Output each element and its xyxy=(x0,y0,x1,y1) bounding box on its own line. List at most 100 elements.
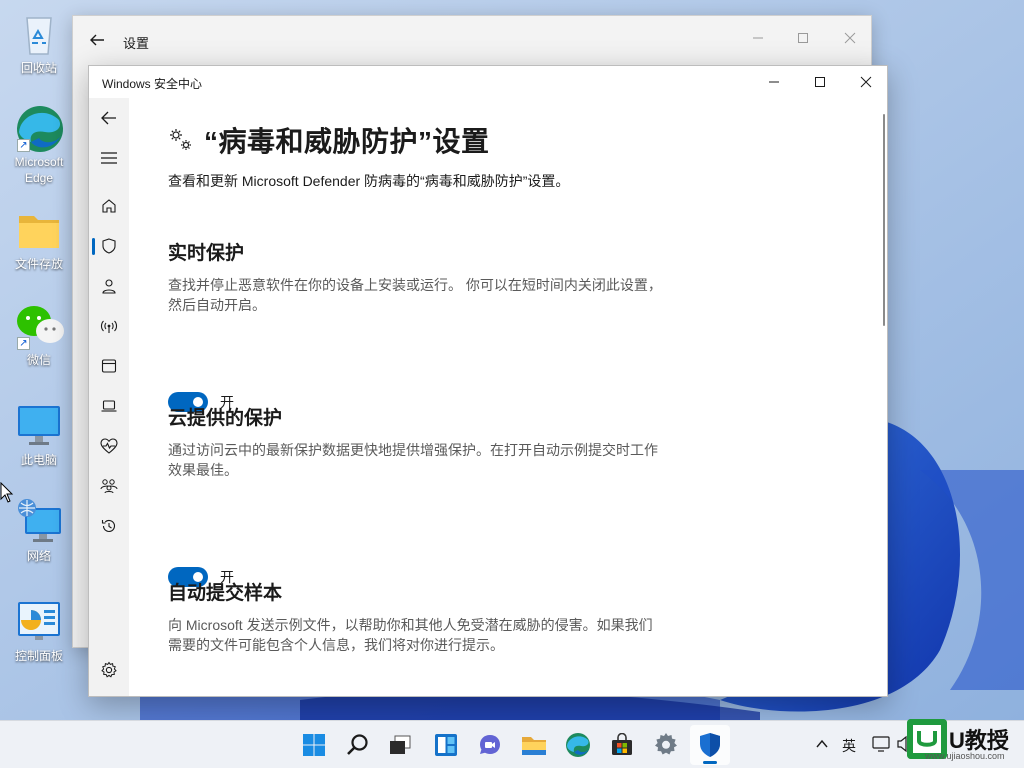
nav-active-indicator xyxy=(92,238,95,255)
page-description: 查看和更新 Microsoft Defender 防病毒的“病毒和威胁防护”设置… xyxy=(168,173,570,189)
minimize-icon xyxy=(769,81,779,83)
desktop-icon-label: 微信 xyxy=(26,353,51,367)
nav-item-app-browser-control[interactable] xyxy=(89,346,129,386)
wechat-icon: ↗ xyxy=(15,302,64,350)
task-view-icon xyxy=(390,735,411,754)
nav-item-family-options[interactable] xyxy=(89,466,129,506)
home-icon xyxy=(102,199,116,213)
mouse-cursor-icon xyxy=(0,482,14,503)
minimize-button[interactable] xyxy=(751,66,797,98)
taskbar-store-button[interactable] xyxy=(602,725,642,765)
navigation-rail xyxy=(89,98,129,696)
history-icon xyxy=(101,519,116,532)
search-icon xyxy=(347,734,368,755)
taskbar-chat-button[interactable] xyxy=(470,725,510,765)
laptop-icon xyxy=(101,400,117,412)
input-method-indicator[interactable]: 英 xyxy=(842,736,856,756)
folder-icon xyxy=(15,206,63,254)
minimize-button[interactable] xyxy=(743,24,773,54)
taskbar-windows-security-button[interactable] xyxy=(690,725,730,765)
taskbar-task-view-button[interactable] xyxy=(380,725,420,765)
desktop-icon-control-panel[interactable]: 控制面板 xyxy=(6,598,72,664)
desktop-icon-network[interactable]: 网络 xyxy=(6,498,72,564)
taskbar-widgets-button[interactable] xyxy=(426,725,466,765)
taskbar-settings-button[interactable] xyxy=(646,725,686,765)
section-title: 云提供的保护 xyxy=(168,408,283,429)
close-icon xyxy=(860,76,872,88)
close-button[interactable] xyxy=(843,66,887,98)
windows-start-icon xyxy=(303,734,325,756)
active-app-indicator xyxy=(703,761,717,764)
desktop-icon-label: 文件存放 xyxy=(14,257,63,271)
taskbar-start-button[interactable] xyxy=(294,725,334,765)
settings-gear-icon xyxy=(655,733,677,755)
person-icon xyxy=(102,279,116,294)
close-button[interactable] xyxy=(835,24,865,54)
nav-item-device-performance[interactable] xyxy=(89,426,129,466)
wireless-signal-icon xyxy=(100,320,118,333)
nav-item-home[interactable] xyxy=(89,186,129,226)
shield-icon xyxy=(102,238,116,254)
section-title: 自动提交样本 xyxy=(168,583,283,604)
vertical-scrollbar[interactable] xyxy=(883,114,885,326)
nav-item-protection-history[interactable] xyxy=(89,506,129,546)
network-icon xyxy=(15,498,63,546)
nav-item-firewall[interactable] xyxy=(89,306,129,346)
settings-gear-icon xyxy=(101,661,117,678)
taskbar: 英 xyxy=(0,720,1024,768)
this-pc-icon xyxy=(15,402,63,450)
heart-pulse-icon xyxy=(100,438,118,454)
chevron-up-icon[interactable] xyxy=(815,737,829,751)
maximize-button[interactable] xyxy=(788,24,818,54)
desktop-icon-recycle-bin[interactable]: 回收站 xyxy=(6,10,72,76)
desktop-icon-label: 回收站 xyxy=(20,61,57,75)
edge-icon xyxy=(566,733,590,757)
taskbar-edge-button[interactable] xyxy=(558,725,598,765)
desktop-icon-label: 控制面板 xyxy=(14,649,63,663)
shortcut-arrow-icon: ↗ xyxy=(17,139,30,152)
desktop-icon-edge[interactable]: ↗ Microsoft Edge xyxy=(6,104,72,186)
desktop-icon-wechat[interactable]: ↗ 微信 xyxy=(6,302,72,368)
nav-back-button[interactable] xyxy=(89,98,129,138)
network-status-icon[interactable] xyxy=(872,735,892,753)
back-arrow-icon xyxy=(101,111,116,125)
nav-item-device-security[interactable] xyxy=(89,386,129,426)
section-realtime-protection: 实时保护 查找并停止恶意软件在你的设备上安装或运行。 你可以在短时间内关闭此设置… xyxy=(168,238,668,315)
maximize-icon xyxy=(815,77,825,87)
section-description: 通过访问云中的最新保护数据更快地提供增强保护。在打开自动示例提交时工作效果最佳。 xyxy=(168,442,658,478)
nav-item-virus-protection[interactable] xyxy=(89,226,129,266)
section-description: 查找并停止恶意软件在你的设备上安装或运行。 你可以在短时间内关闭此设置，然后自动… xyxy=(168,277,662,313)
hamburger-menu-icon xyxy=(101,152,117,164)
taskbar-file-explorer-button[interactable] xyxy=(514,725,554,765)
taskbar-search-button[interactable] xyxy=(338,725,378,765)
desktop-icon-this-pc[interactable]: 此电脑 xyxy=(6,402,72,468)
teams-chat-icon xyxy=(480,735,500,754)
control-panel-icon xyxy=(15,598,63,646)
file-explorer-icon xyxy=(522,737,546,755)
site-watermark: U教授 www.ujiaoshou.com xyxy=(905,717,1024,765)
nav-menu-button[interactable] xyxy=(89,138,129,178)
windows-security-icon xyxy=(700,733,720,757)
store-icon xyxy=(612,733,632,755)
desktop-icon-folder[interactable]: 文件存放 xyxy=(6,206,72,272)
security-titlebar[interactable]: Windows 安全中心 xyxy=(89,66,887,98)
app-browser-icon xyxy=(101,359,117,373)
desktop-icon-label: 此电脑 xyxy=(20,453,57,467)
section-title: 实时保护 xyxy=(168,243,245,264)
section-cloud-protection: 云提供的保护 通过访问云中的最新保护数据更快地提供增强保护。在打开自动示例提交时… xyxy=(168,403,668,480)
watermark-url: www.ujiaoshou.com xyxy=(925,751,1005,761)
edge-icon: ↗ xyxy=(15,104,63,152)
main-content: “病毒和威胁防护”设置 查看和更新 Microsoft Defender 防病毒… xyxy=(168,98,848,696)
gears-icon xyxy=(170,129,191,150)
settings-titlebar[interactable]: 设置 xyxy=(73,16,871,66)
minimize-icon xyxy=(753,37,763,39)
security-window-title: Windows 安全中心 xyxy=(102,77,203,91)
widgets-icon xyxy=(435,734,457,756)
nav-item-account-protection[interactable] xyxy=(89,266,129,306)
back-arrow-icon[interactable] xyxy=(87,30,107,50)
maximize-button[interactable] xyxy=(797,66,843,98)
windows-security-window[interactable]: Windows 安全中心 “病毒和威胁防护”设置 查看和更新 Microsoft… xyxy=(88,65,888,697)
nav-item-settings[interactable] xyxy=(89,650,129,690)
shortcut-arrow-icon: ↗ xyxy=(17,337,30,350)
settings-window-title: 设置 xyxy=(123,36,150,51)
